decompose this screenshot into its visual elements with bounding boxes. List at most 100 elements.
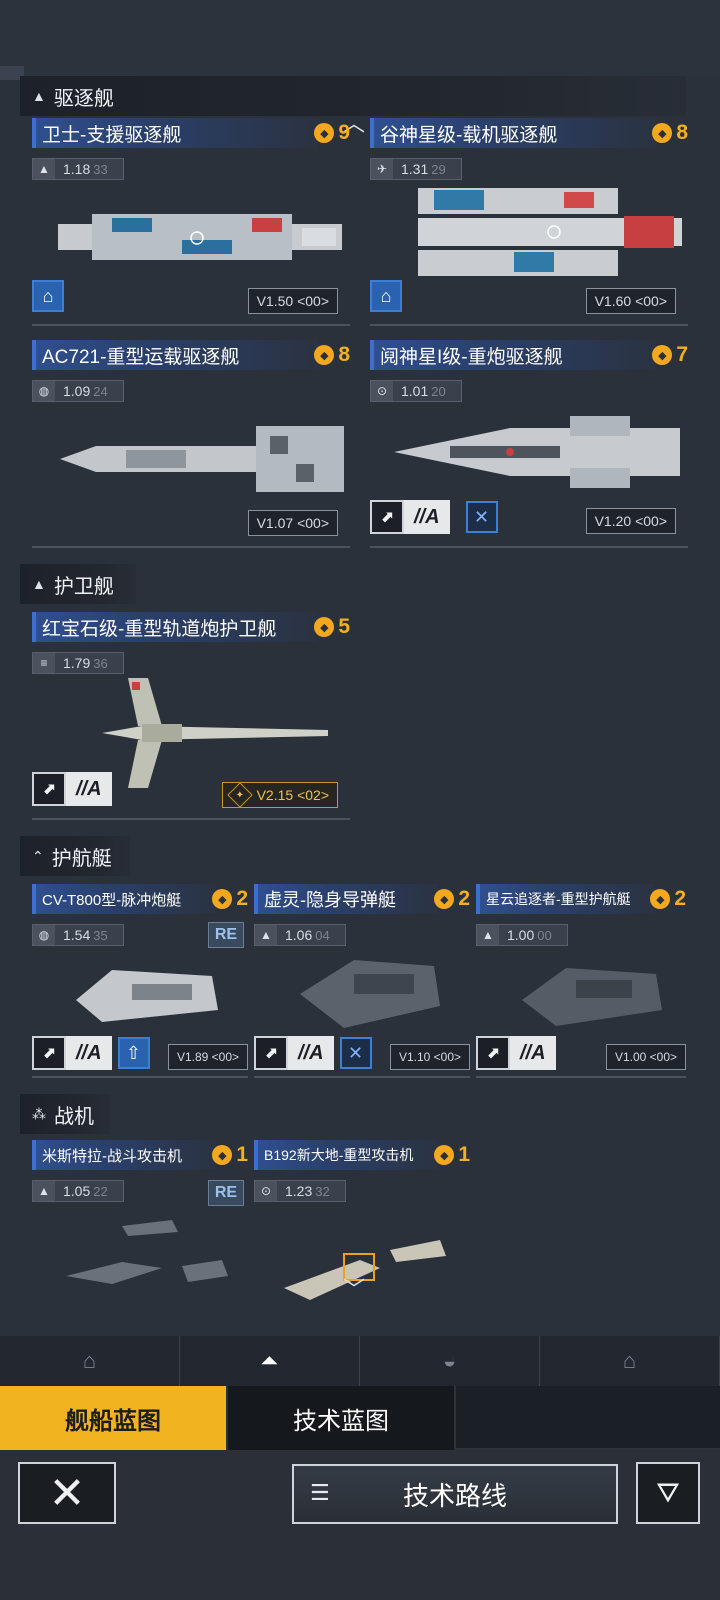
filter-icon: ⛛ [656,1476,680,1508]
ship-stat: ≡ 1.79 36 [32,652,124,674]
filter-button[interactable]: ⛛ [636,1462,700,1524]
carrier-skill-icon[interactable]: ⌂ [370,280,402,312]
globe-icon: ◍ [33,925,55,945]
version-label: V1.07 <00> [247,510,338,536]
upgrade-skill-icon[interactable]: ⇧ [117,1037,150,1069]
tech-route-button[interactable]: ☰ 技术路线 [292,1464,618,1524]
tab-frigate-category[interactable]: ◒ [360,1336,540,1386]
ship-card[interactable]: CV-T800型-脉冲炮艇 ◆ 2 ◍ 1.54 35 RE ⬈//A ⇧ V1.89… [32,884,248,1084]
ground-line [32,818,350,820]
cost-icon: ◆ [652,345,673,365]
version-label: V1.50 <00> [247,288,338,314]
ship-card[interactable]: 虚灵-隐身导弹艇 ◆ 2 ▲ 1.06 04 ⬈//A ✕ V1.10 <00> [254,884,470,1084]
top-strip [0,0,720,76]
ship-name: 虚灵-隐身导弹艇 [254,884,438,914]
frigate-class-icon: ▲ [32,576,46,592]
scroll-down-icon[interactable]: ﹀ [340,1279,368,1301]
ship-name: 米斯特拉-战斗攻击机 [32,1140,216,1170]
ship-model-image [516,950,666,1034]
ship-cost: ◆ 2 [434,886,470,912]
ship-name: 阋神星I级-重炮驱逐舰 [370,340,656,370]
tab-bar-spacer [456,1386,720,1450]
ship-model-image [56,414,348,504]
ship-stat: ▲ 1.18 33 [32,158,124,180]
blueprint-page: ▲ 驱逐舰 ︿ 卫士-支援驱逐舰 ◆ 9 ▲ 1.18 33 ⌂ V1.50 <00>… [0,0,720,1600]
ship-cost: ◆ 7 [652,342,688,368]
ship-model-image [390,406,686,498]
ship-name: 红宝石级-重型轨道炮护卫舰 [32,612,316,642]
section-title: 驱逐舰 [53,87,114,110]
railgun-type-icon: ≡ [33,653,55,673]
ship-stat: ⊙ 1.01 20 [370,380,462,402]
blueprint-list[interactable]: ▲ 驱逐舰 ︿ 卫士-支援驱逐舰 ◆ 9 ▲ 1.18 33 ⌂ V1.50 <00>… [0,76,720,1336]
rank-icon: ⬈ [476,1036,510,1070]
rank-badge: ⬈//A [32,1036,112,1070]
cost-icon: ◆ [212,1145,233,1165]
ship-stat: ◍ 1.09 24 [32,380,124,402]
close-icon: ✕ [48,1468,86,1518]
tab-destroyer-category[interactable]: ⏶ [180,1336,360,1386]
section-header-fighter: ⁂ 战机 [20,1094,110,1134]
ship-model-image [294,944,444,1034]
crosshair-skill-icon[interactable]: ✕ [339,1037,372,1069]
ship-model-image [52,188,348,288]
tab-tech-blueprint[interactable]: 技术蓝图 [228,1386,456,1450]
rank-badge: ⬈//A [32,772,112,806]
main-tabs: 舰船蓝图 技术蓝图 [0,1386,720,1450]
tab-ship-blueprint[interactable]: 舰船蓝图 [0,1386,228,1450]
category-bar: ⌂ ⏶ ◒ ⌂ [0,1336,720,1386]
bomber-type-icon: ⊙ [255,1181,277,1201]
ship-card[interactable]: 谷神星级-载机驱逐舰 ◆ 8 ✈ 1.31 29 ⌂ V1.60 <00> [370,118,688,330]
crosshair-skill-icon[interactable]: ✕ [465,501,498,533]
ground-line [32,546,350,548]
support-skill-icon[interactable]: ⌂ [32,280,64,312]
ground-line [32,1076,248,1078]
badge-row: ⬈//A [476,1036,556,1070]
ship-stat: ▲ 1.00 00 [476,924,568,946]
fighter-type-icon: ▲ [33,1181,55,1201]
cost-icon: ◆ [434,889,455,909]
ship-model-image [102,678,332,788]
ship-card[interactable]: 米斯特拉-战斗攻击机 ◆ 1 ▲ 1.05 22 RE [32,1140,248,1320]
badge-row: ⬈//A [32,772,112,806]
ship-stat: ▲ 1.06 04 [254,924,346,946]
ship-name: AC721-重型运载驱逐舰 [32,340,318,370]
ship-name: 卫士-支援驱逐舰 [32,118,318,148]
ship-cost: ◆ 5 [314,614,350,640]
section-header-corvette: ⌃ 护航艇 [20,836,130,876]
tab-carrier-category[interactable]: ⌂ [0,1336,180,1386]
rank-badge: ⬈//A [476,1036,556,1070]
ship-cost: ◆ 8 [652,120,688,146]
ship-stat: ◍ 1.54 35 [32,924,124,946]
ship-model-image [72,950,222,1030]
cost-icon: ◆ [314,345,335,365]
ship-card[interactable]: 星云追逐者-重型护航艇 ◆ 2 ▲ 1.00 00 ⬈//A V1.00 <00> [476,884,686,1084]
version-label: V1.10 <00> [389,1044,470,1070]
upgrade-icon: ✦ [226,782,253,808]
ship-name: B192新大地-重型攻击机 [254,1140,438,1170]
ship-cost: ◆ 1 [212,1142,248,1168]
ship-card[interactable]: AC721-重型运载驱逐舰 ◆ 8 ◍ 1.09 24 V1.07 <00> [32,340,350,552]
close-button[interactable]: ✕ [18,1462,116,1524]
destroyer-class-icon: ▲ [32,88,46,104]
ship-card[interactable]: 卫士-支援驱逐舰 ◆ 9 ▲ 1.18 33 ⌂ V1.50 <00> [32,118,350,330]
ship-card[interactable]: 红宝石级-重型轨道炮护卫舰 ◆ 5 ≡ 1.79 36 ⬈//A ✦ V2.15 <02… [32,612,350,824]
escort-type-icon: ▲ [477,925,499,945]
corvette-class-icon: ⌃ [32,847,44,864]
section-title: 战机 [54,1105,94,1128]
version-label: V1.89 <00> [167,1044,248,1070]
missile-type-icon: ▲ [255,925,277,945]
cost-icon: ◆ [314,123,335,143]
carrier-type-icon: ✈ [371,159,393,179]
ship-cost: ◆ 2 [650,886,686,912]
section-header-frigate: ▲ 护卫舰 [20,564,136,604]
rank-icon: ⬈ [254,1036,288,1070]
rank-icon: ⬈ [370,500,404,534]
tab-cruiser-category[interactable]: ⌂ [540,1336,720,1386]
ship-card[interactable]: 阋神星I级-重炮驱逐舰 ◆ 7 ⊙ 1.01 20 ⬈//A ✕ V1.20 <00> [370,340,688,552]
ship-name: CV-T800型-脉冲炮艇 [32,884,216,914]
cost-icon: ◆ [434,1145,455,1165]
ground-line [254,1076,470,1078]
tech-route-label: 技术路线 [402,1480,507,1511]
cost-icon: ◆ [314,617,335,637]
